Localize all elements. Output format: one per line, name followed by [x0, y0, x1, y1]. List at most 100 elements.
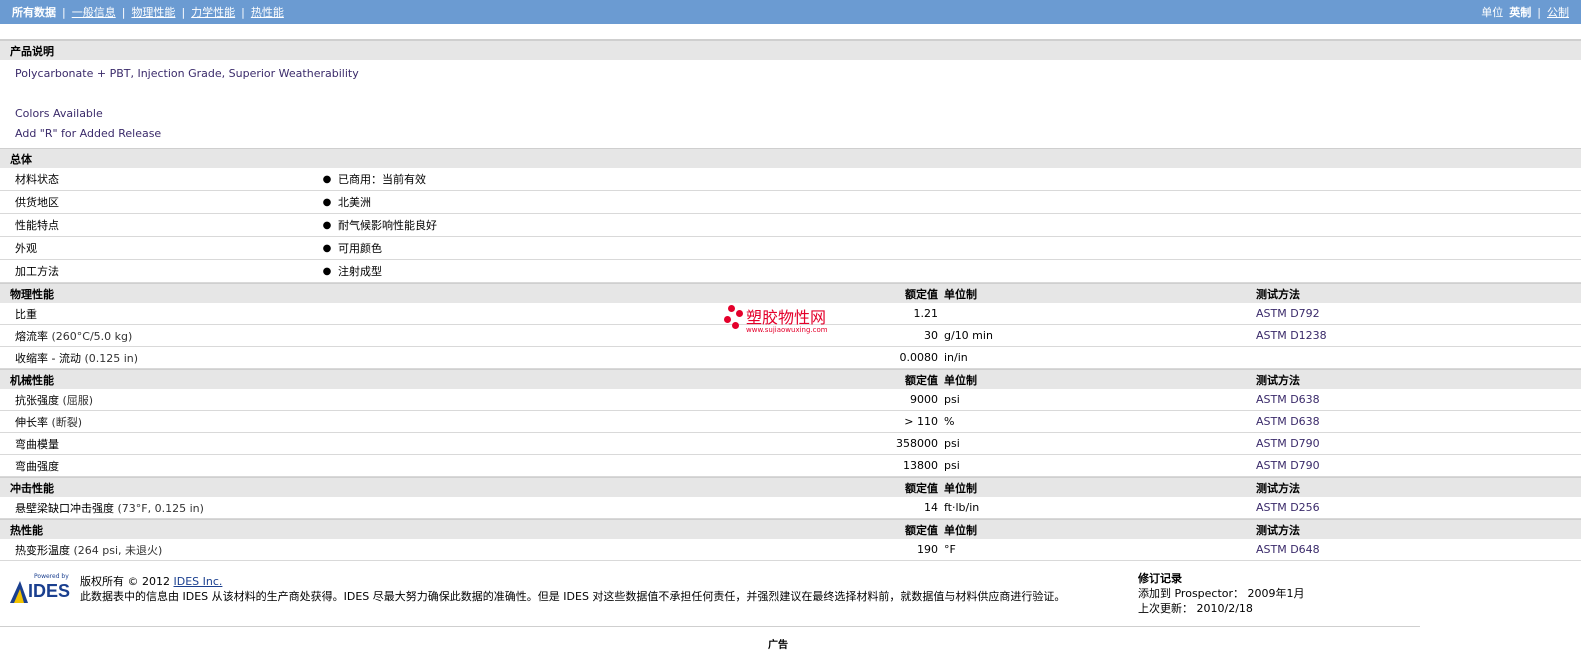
- watermark-text: 塑胶物性网: [746, 308, 827, 327]
- property-row: 悬壁梁缺口冲击强度 (73°F, 0.125 in) 14 ft·lb/in A…: [0, 497, 1581, 519]
- col-test-header: 测试方法: [1256, 373, 1300, 387]
- watermark: 塑胶物性网 www.sujiaowuxing.com: [722, 302, 862, 342]
- general-row: 外观 ● 可用颜色: [0, 237, 1581, 260]
- nav-physical[interactable]: 物理性能: [131, 4, 175, 20]
- section-general-header: 总体: [0, 148, 1581, 168]
- property-label: 弯曲模量: [15, 437, 59, 451]
- test-method: ASTM D648: [1256, 543, 1320, 556]
- revision-updated: 上次更新： 2010/2/18: [1138, 602, 1253, 615]
- property-row: 抗张强度 (屈服) 9000 psi ASTM D638: [0, 389, 1581, 411]
- section-title: 物理性能: [10, 287, 54, 301]
- test-method: ASTM D790: [1256, 437, 1320, 450]
- footer-divider: [0, 626, 1420, 627]
- nominal-value: 9000: [910, 393, 938, 406]
- nav-thermal[interactable]: 热性能: [251, 4, 284, 20]
- property-label: 收缩率 - 流动: [15, 351, 81, 365]
- nav-separator: |: [241, 5, 245, 19]
- unit-value: °F: [944, 543, 956, 556]
- nominal-value: 358000: [896, 437, 938, 450]
- unit-imperial[interactable]: 英制: [1509, 4, 1531, 20]
- unit-value: psi: [944, 437, 960, 450]
- property-label: 弯曲强度: [15, 459, 59, 473]
- general-value: 北美洲: [338, 196, 371, 209]
- property-condition: (264 psi, 未退火): [73, 543, 163, 557]
- disclaimer: 此数据表中的信息由 IDES 从该材料的生产商处获得。IDES 尽最大努力确保此…: [80, 590, 1066, 603]
- section-thermal-header: 热性能 额定值 单位制 测试方法: [0, 519, 1581, 539]
- col-unit-header: 单位制: [944, 373, 977, 387]
- description-line: Add "R" for Added Release: [15, 127, 162, 140]
- ides-link[interactable]: IDES Inc.: [174, 575, 223, 588]
- general-label: 性能特点: [15, 219, 59, 232]
- unit-value: psi: [944, 393, 960, 406]
- general-value: 耐气候影响性能良好: [338, 219, 437, 232]
- watermark-url: www.sujiaowuxing.com: [746, 326, 828, 334]
- test-method: ASTM D638: [1256, 393, 1320, 406]
- ides-logo: Powered by IDES: [8, 573, 70, 605]
- nominal-value: 190: [917, 543, 938, 556]
- footer: Powered by IDES 版权所有 © 2012 IDES Inc. 此数…: [0, 561, 1581, 627]
- unit-separator: |: [1537, 5, 1541, 19]
- nav-general-info[interactable]: 一般信息: [72, 4, 116, 20]
- general-value: 注射成型: [338, 265, 382, 278]
- nav-separator: |: [62, 5, 66, 19]
- top-nav-bar: 所有数据 | 一般信息 | 物理性能 | 力学性能 | 热性能 单位 英制 | …: [0, 0, 1581, 24]
- nominal-value: 14: [924, 501, 938, 514]
- unit-metric[interactable]: 公制: [1547, 4, 1569, 20]
- bullet-icon: ●: [322, 265, 332, 277]
- col-unit-header: 单位制: [944, 523, 977, 537]
- copyright-text: 版权所有 © 2012: [80, 575, 170, 588]
- col-nominal-header: 额定值: [905, 481, 938, 495]
- property-label: 伸长率: [15, 415, 48, 429]
- nav-mechanical[interactable]: 力学性能: [191, 4, 235, 20]
- ides-logo-icon: [10, 581, 28, 603]
- property-row: 弯曲模量 358000 psi ASTM D790: [0, 433, 1581, 455]
- nominal-value: 1.21: [913, 307, 939, 320]
- col-nominal-header: 额定值: [905, 373, 938, 387]
- unit-label: 单位: [1481, 6, 1504, 19]
- nav-all-data[interactable]: 所有数据: [12, 4, 56, 20]
- general-value: 已商用：当前有效: [338, 173, 426, 186]
- section-physical-header: 物理性能 额定值 单位制 测试方法: [0, 283, 1581, 303]
- test-method: ASTM D256: [1256, 501, 1320, 514]
- property-condition: (260°C/5.0 kg): [51, 329, 133, 343]
- bullet-icon: ●: [322, 173, 332, 185]
- general-row: 性能特点 ● 耐气候影响性能良好: [0, 214, 1581, 237]
- col-nominal-header: 额定值: [905, 287, 938, 301]
- property-label: 悬壁梁缺口冲击强度: [15, 501, 114, 515]
- general-label: 供货地区: [15, 196, 59, 209]
- description-line: Colors Available: [15, 107, 103, 120]
- section-nav: 所有数据 | 一般信息 | 物理性能 | 力学性能 | 热性能: [12, 4, 284, 20]
- revision-added: 添加到 Prospector： 2009年1月: [1138, 587, 1305, 600]
- col-test-header: 测试方法: [1256, 523, 1300, 537]
- col-test-header: 测试方法: [1256, 287, 1300, 301]
- copyright: 版权所有 © 2012 IDES Inc.: [80, 573, 222, 589]
- property-label: 比重: [15, 307, 37, 321]
- property-label: 熔流率: [15, 329, 48, 343]
- col-unit-header: 单位制: [944, 287, 977, 301]
- revision-history: 修订记录 添加到 Prospector： 2009年1月 上次更新： 2010/…: [1138, 571, 1305, 616]
- property-label: 热变形温度: [15, 543, 70, 557]
- section-title: 冲击性能: [10, 481, 54, 495]
- ad-label: 广告: [768, 640, 788, 651]
- product-description: Polycarbonate + PBT, Injection Grade, Su…: [0, 60, 1581, 148]
- property-condition: (73°F, 0.125 in): [117, 501, 204, 515]
- test-method: ASTM D792: [1256, 307, 1320, 320]
- property-row: 收缩率 - 流动 (0.125 in) 0.0080 in/in: [0, 347, 1581, 369]
- unit-value: ft·lb/in: [944, 501, 980, 514]
- bullet-icon: ●: [322, 219, 332, 231]
- nominal-value: 0.0080: [899, 351, 939, 364]
- unit-value: %: [944, 415, 955, 428]
- property-row: 弯曲强度 13800 psi ASTM D790: [0, 455, 1581, 477]
- logo-brand: IDES: [28, 581, 71, 601]
- general-label: 加工方法: [15, 265, 59, 278]
- col-test-header: 测试方法: [1256, 481, 1300, 495]
- general-label: 材料状态: [15, 173, 59, 186]
- unit-switcher: 单位 英制 | 公制: [1481, 4, 1569, 20]
- logo-powered-by: Powered by: [34, 573, 69, 580]
- property-condition: (屈服): [62, 393, 94, 407]
- general-label: 外观: [15, 242, 37, 255]
- nav-separator: |: [181, 5, 186, 19]
- unit-value: psi: [944, 459, 960, 472]
- section-mechanical-header: 机械性能 额定值 单位制 测试方法: [0, 369, 1581, 389]
- property-label: 抗张强度: [15, 393, 59, 407]
